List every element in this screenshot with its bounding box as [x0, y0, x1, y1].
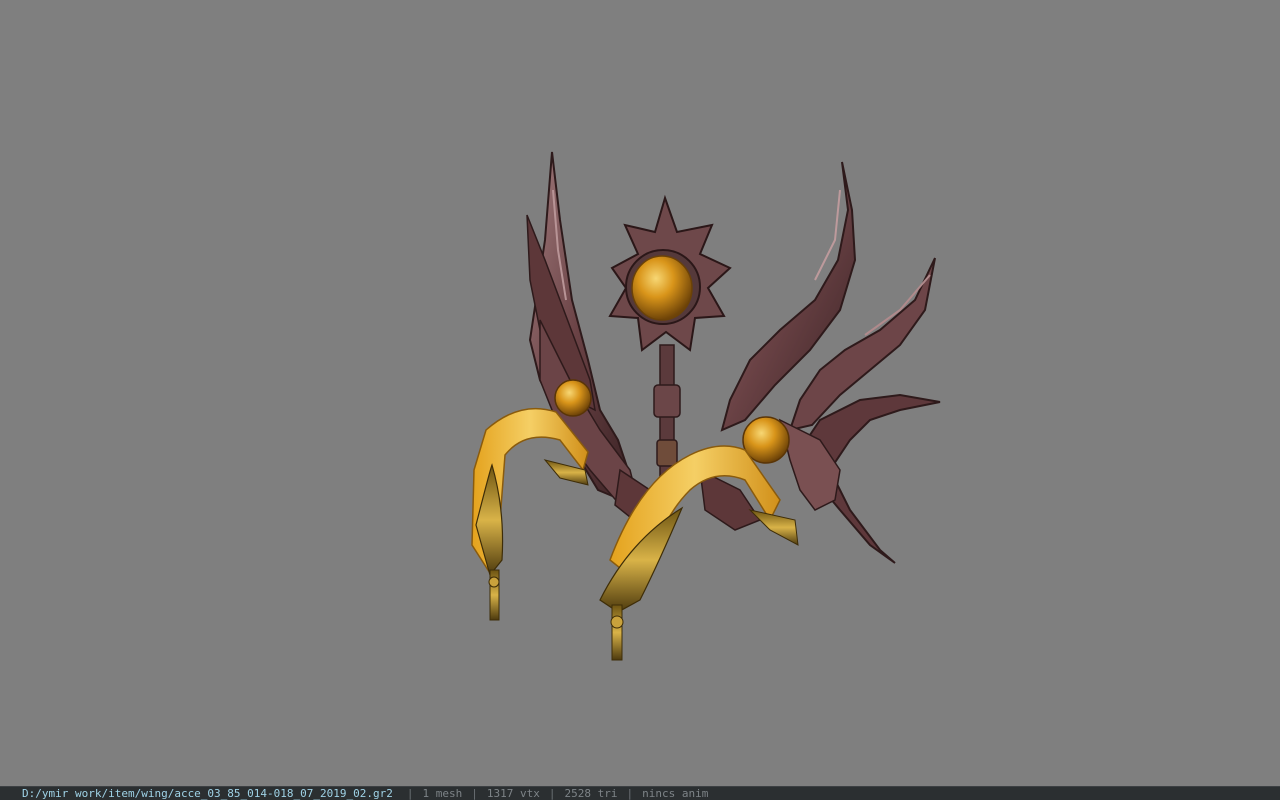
sun-emblem [608, 194, 732, 352]
status-separator: | [406, 787, 414, 800]
3d-viewport[interactable] [0, 0, 1280, 786]
right-wing [720, 161, 941, 564]
status-separator: | [626, 787, 634, 800]
left-ribbon [471, 407, 589, 621]
mesh-count: 1 mesh [422, 787, 463, 800]
status-bar: D:/ymir work/item/wing/acce_03_85_014-01… [0, 786, 1280, 800]
animation-status: nincs anim [642, 787, 709, 800]
right-ribbon [543, 445, 799, 661]
center-staff [614, 344, 762, 531]
status-separator: | [548, 787, 556, 800]
wing-accessory-model [471, 151, 941, 661]
triangle-count: 2528 tri [564, 787, 618, 800]
file-path: D:/ymir work/item/wing/acce_03_85_014-01… [22, 787, 393, 800]
vertex-count: 1317 vtx [486, 787, 540, 800]
status-separator: | [471, 787, 478, 800]
